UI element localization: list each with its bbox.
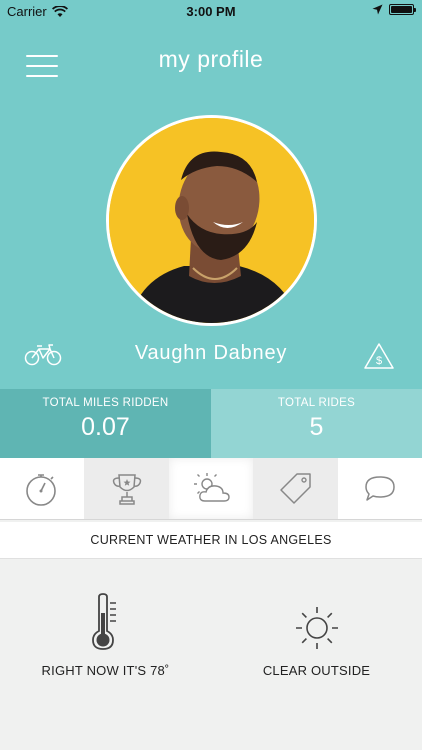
stat-label: TOTAL MILES RIDDEN <box>42 397 169 409</box>
tab-bar <box>0 458 422 520</box>
weather-header: CURRENT WEATHER IN LOS ANGELES <box>0 522 422 559</box>
stat-total-miles: TOTAL MILES RIDDEN 0.07 <box>0 389 211 458</box>
battery-icon <box>389 4 416 15</box>
clock: 3:00 PM <box>186 4 236 19</box>
condition-text: CLEAR OUTSIDE <box>262 663 371 678</box>
sun-icon <box>295 607 338 649</box>
tab-weather[interactable] <box>168 458 254 519</box>
tag-icon <box>280 472 312 504</box>
tab-trophy[interactable] <box>84 458 169 519</box>
tab-chat[interactable] <box>338 458 422 519</box>
thermometer-icon <box>91 593 116 650</box>
chat-icon <box>365 475 395 501</box>
avatar-photo <box>109 118 314 323</box>
condition-block: CLEAR OUTSIDE <box>211 587 422 678</box>
weather-panel: RIGHT NOW IT'S 78˚ CLEAR OUTSIDE <box>0 559 422 750</box>
temperature-block: RIGHT NOW IT'S 78˚ <box>0 587 211 678</box>
stat-label: TOTAL RIDES <box>277 397 356 409</box>
stats-bar: TOTAL MILES RIDDEN 0.07 TOTAL RIDES 5 <box>0 389 422 458</box>
stopwatch-icon <box>26 473 57 506</box>
status-right <box>372 4 416 15</box>
stat-value: 5 <box>309 413 324 441</box>
svg-text:$: $ <box>376 355 382 367</box>
location-arrow-icon <box>372 4 383 15</box>
profile-name: Vaughn Dabney <box>134 342 288 364</box>
weather-icon <box>194 472 230 502</box>
profile-hero: my profile Vaughn Dabney $ <box>0 22 422 389</box>
warning-dollar-icon[interactable]: $ <box>363 342 395 375</box>
avatar <box>106 115 317 326</box>
stat-total-rides: TOTAL RIDES 5 <box>211 389 422 458</box>
stat-value: 0.07 <box>81 413 130 441</box>
trophy-icon <box>112 473 141 505</box>
page-title: my profile <box>158 46 264 72</box>
temperature-text: RIGHT NOW IT'S 78˚ <box>41 663 170 678</box>
tab-stopwatch[interactable] <box>0 458 84 519</box>
tab-tag[interactable] <box>253 458 338 519</box>
status-bar: Carrier 3:00 PM <box>0 0 422 22</box>
